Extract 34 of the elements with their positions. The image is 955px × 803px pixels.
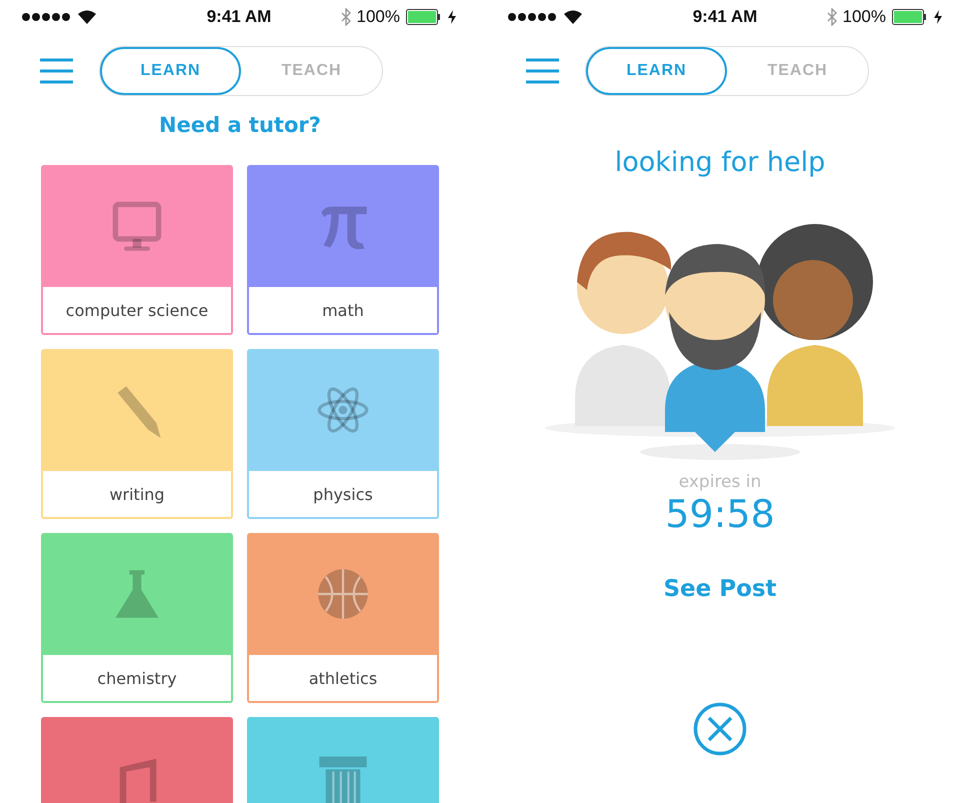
subject-tile[interactable]: chemistry — [41, 533, 233, 703]
subject-label: computer science — [43, 287, 231, 333]
subject-label: writing — [43, 471, 231, 517]
subject-label: chemistry — [43, 655, 231, 701]
countdown-timer: 59:58 — [665, 492, 775, 536]
subject-label: athletics — [249, 655, 437, 701]
close-icon[interactable] — [693, 702, 747, 756]
screen-heading: looking for help — [614, 147, 826, 178]
battery-icon — [406, 9, 442, 25]
subject-tile[interactable]: physics — [247, 349, 439, 519]
subject-tile[interactable]: athletics — [247, 533, 439, 703]
status-time: 9:41 AM — [692, 7, 758, 27]
menu-icon[interactable] — [526, 58, 559, 84]
signal-icon — [508, 13, 558, 21]
charging-icon — [934, 10, 942, 24]
expires-label: expires in — [678, 472, 762, 492]
menu-icon[interactable] — [40, 58, 73, 84]
ball-icon — [315, 566, 371, 622]
battery-icon — [892, 9, 928, 25]
subject-tile[interactable]: math — [247, 165, 439, 335]
wifi-icon — [564, 10, 582, 24]
bluetooth-icon — [340, 8, 351, 26]
subject-tile[interactable]: computer science — [41, 165, 233, 335]
charging-icon — [448, 10, 456, 24]
subject-label: math — [249, 287, 437, 333]
wifi-icon — [78, 10, 96, 24]
status-time: 9:41 AM — [206, 7, 272, 27]
signal-icon — [22, 13, 72, 21]
screen-heading: Need a tutor? — [159, 113, 321, 137]
battery-percentage: 100% — [356, 7, 400, 27]
battery-percentage: 100% — [842, 7, 886, 27]
bluetooth-icon — [826, 8, 837, 26]
subject-label: physics — [249, 471, 437, 517]
subject-tile[interactable]: writing — [41, 349, 233, 519]
